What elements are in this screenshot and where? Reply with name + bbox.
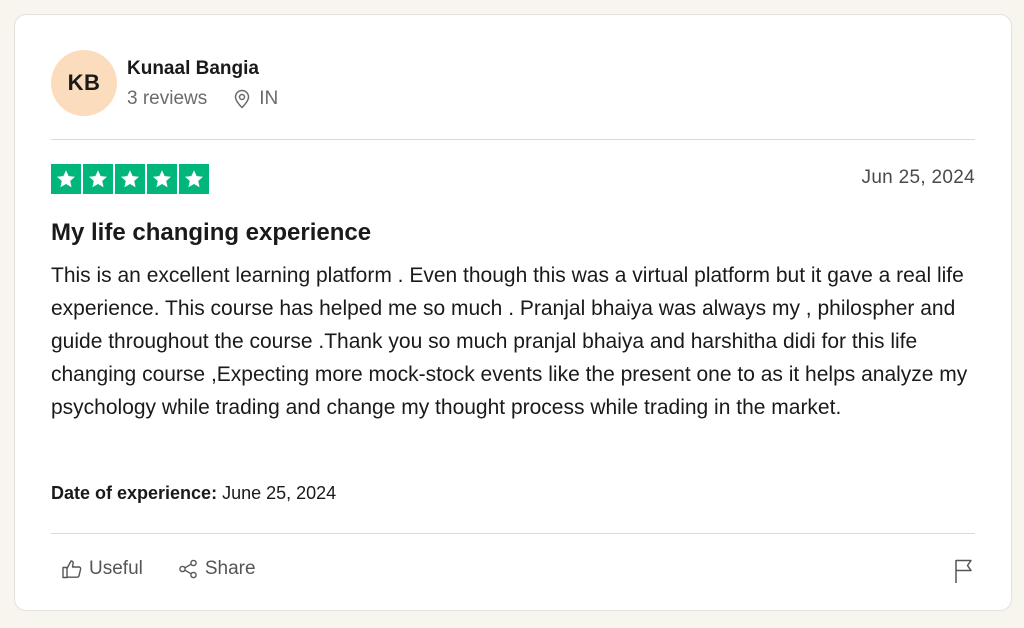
experience-date: June 25, 2024 xyxy=(222,483,337,503)
header-divider xyxy=(51,139,975,140)
avatar[interactable]: KB xyxy=(51,50,117,116)
star-rating xyxy=(51,164,211,194)
thumbs-up-icon xyxy=(62,560,82,579)
star-5 xyxy=(179,164,209,194)
avatar-initials: KB xyxy=(67,70,101,95)
reviews-count: 3 reviews xyxy=(127,88,208,109)
review-date: Jun 25, 2024 xyxy=(861,167,975,188)
review-title[interactable]: My life changing experience xyxy=(51,219,371,247)
reviewer-location: IN xyxy=(233,88,278,110)
reviewer-name[interactable]: Kunaal Bangia xyxy=(127,56,278,82)
reviewer-header: KB Kunaal Bangia 3 reviews IN xyxy=(51,50,278,116)
share-button[interactable]: Share xyxy=(177,558,256,580)
experience-label: Date of experience: xyxy=(51,483,218,503)
star-4 xyxy=(147,164,177,194)
star-icon xyxy=(185,170,203,188)
location-pin-icon xyxy=(234,89,250,109)
useful-button[interactable]: Useful xyxy=(61,558,143,580)
footer-divider xyxy=(51,533,975,534)
reviewer-info: Kunaal Bangia 3 reviews IN xyxy=(127,56,278,110)
star-3 xyxy=(115,164,145,194)
useful-label: Useful xyxy=(89,558,143,579)
share-label: Share xyxy=(204,558,256,579)
star-icon xyxy=(89,170,107,188)
star-2 xyxy=(83,164,113,194)
review-card: KB Kunaal Bangia 3 reviews IN Jun 25, 20… xyxy=(14,14,1012,611)
location-label: IN xyxy=(259,88,279,109)
star-icon xyxy=(153,170,171,188)
flag-icon xyxy=(955,559,972,583)
star-1 xyxy=(51,164,81,194)
report-flag-button[interactable] xyxy=(953,558,975,589)
date-of-experience: Date of experience: June 25, 2024 xyxy=(51,483,336,504)
star-icon xyxy=(121,170,139,188)
reviewer-meta: 3 reviews IN xyxy=(127,88,278,110)
star-icon xyxy=(57,170,75,188)
share-icon xyxy=(179,559,197,579)
review-body: This is an excellent learning platform .… xyxy=(51,264,968,419)
review-actions: Useful Share xyxy=(61,558,290,580)
